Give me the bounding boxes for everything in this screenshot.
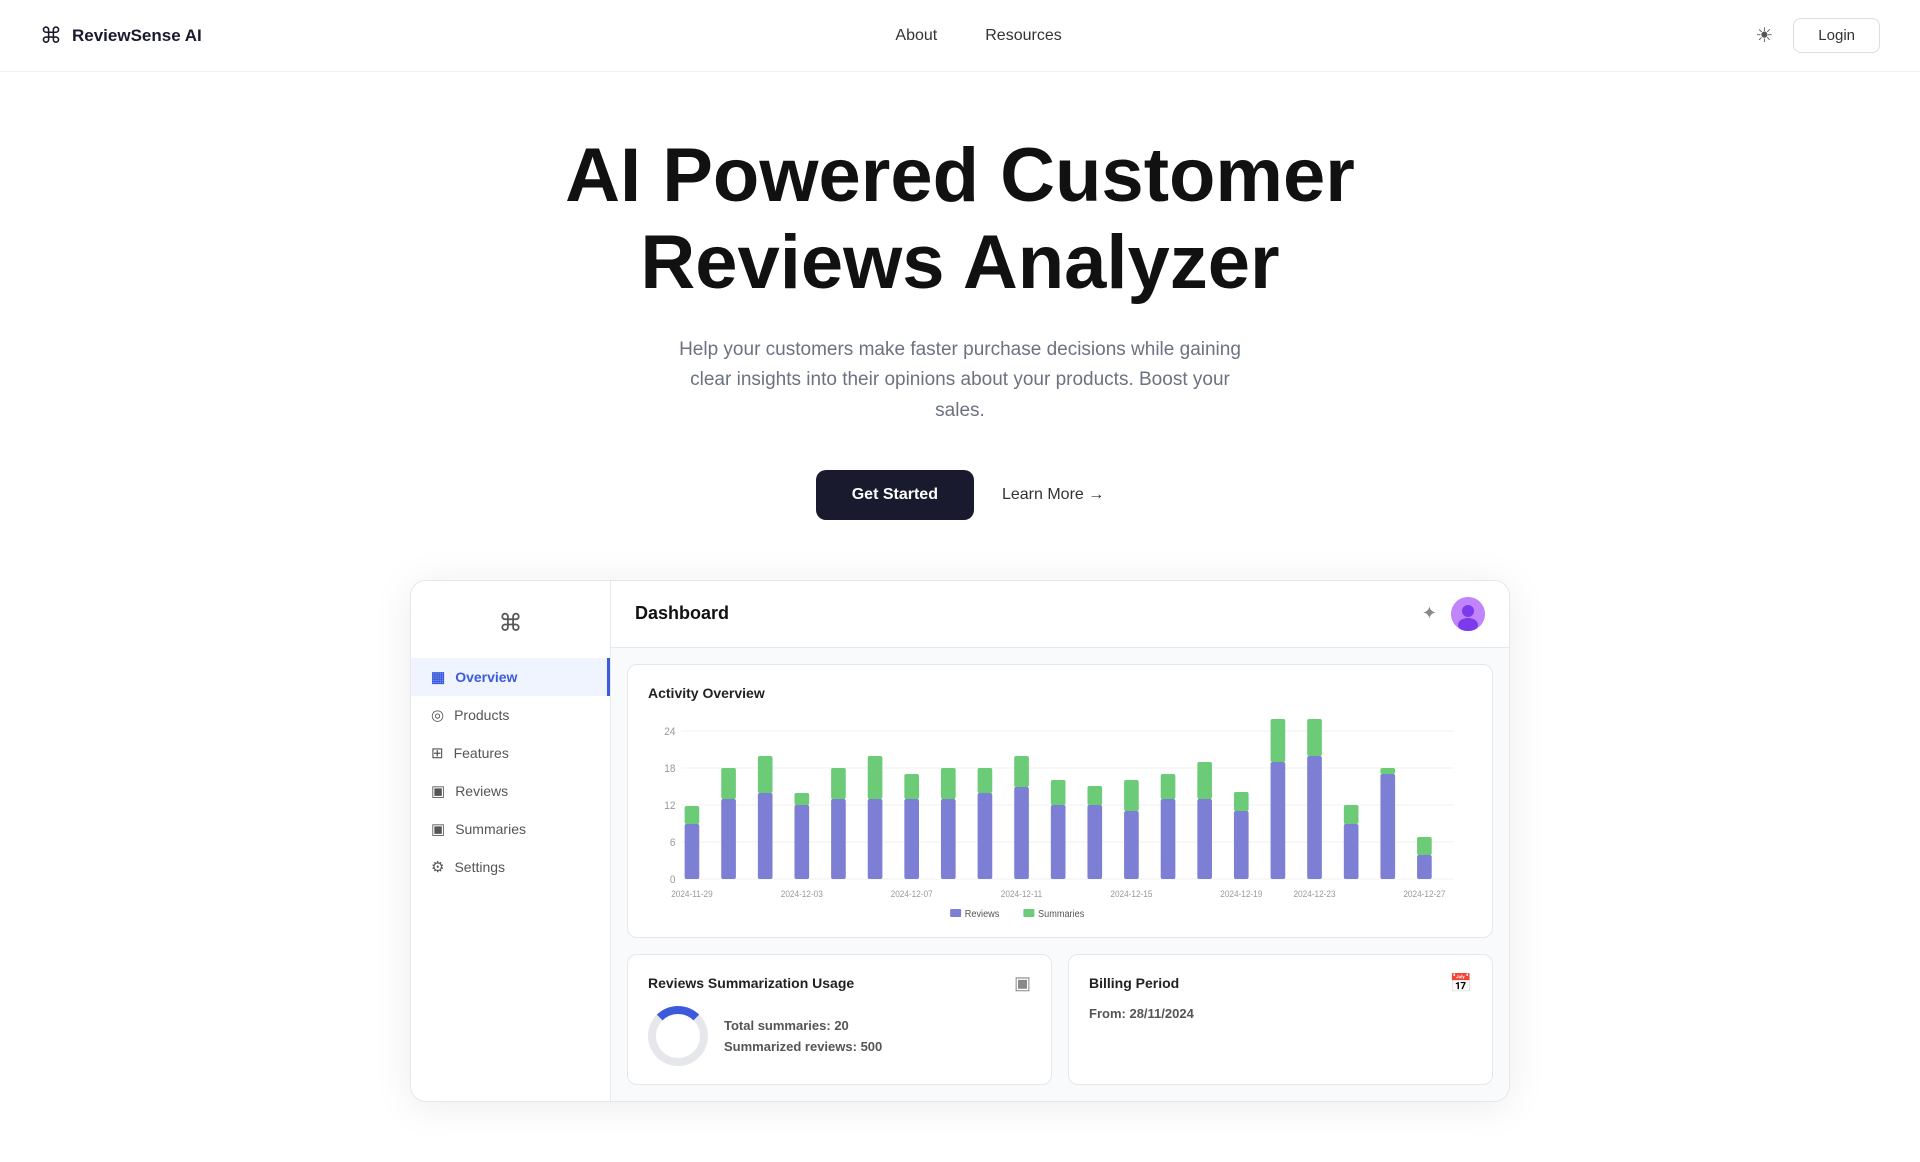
dashboard-header: Dashboard ✦	[611, 581, 1509, 648]
svg-text:2024-12-07: 2024-12-07	[891, 889, 933, 899]
svg-text:2024-12-11: 2024-12-11	[1001, 889, 1043, 899]
login-button[interactable]: Login	[1793, 18, 1880, 53]
svg-text:Summaries: Summaries	[1038, 909, 1084, 917]
sidebar-item-features[interactable]: ⊞ Features	[411, 734, 610, 772]
sidebar-item-settings[interactable]: ⚙ Settings	[411, 848, 610, 886]
sidebar-item-label: Reviews	[455, 783, 508, 799]
hero-subtitle: Help your customers make faster purchase…	[670, 335, 1250, 426]
usage-donut-chart	[648, 1006, 708, 1066]
svg-text:Reviews: Reviews	[965, 909, 1000, 917]
sidebar-item-reviews[interactable]: ▣ Reviews	[411, 772, 610, 810]
svg-text:24: 24	[664, 726, 675, 739]
settings-icon: ⚙	[431, 858, 444, 876]
billing-card-icon: 📅	[1450, 973, 1472, 994]
sidebar-item-label: Settings	[454, 859, 505, 875]
hero-section: AI Powered Customer Reviews Analyzer Hel…	[0, 0, 1920, 580]
svg-text:0: 0	[670, 874, 676, 887]
get-started-button[interactable]: Get Started	[816, 470, 974, 520]
bar-chart-svg: 24 18 12 6 0	[648, 717, 1472, 917]
usage-card: Reviews Summarization Usage ▣ Total summ…	[627, 954, 1052, 1085]
avatar-image	[1451, 597, 1485, 631]
sidebar-item-label: Overview	[455, 669, 517, 685]
sidebar-logo: ⌘	[411, 601, 610, 658]
features-icon: ⊞	[431, 744, 444, 762]
svg-text:6: 6	[670, 837, 676, 850]
hero-buttons: Get Started Learn More →	[816, 470, 1105, 520]
brand-icon: ⌘	[40, 23, 62, 49]
navbar: ⌘ ReviewSense AI About Resources ☀ Login	[0, 0, 1920, 72]
hero-title: AI Powered Customer Reviews Analyzer	[565, 132, 1355, 307]
summarized-reviews-stat: Summarized reviews: 500	[724, 1039, 882, 1054]
dashboard-preview: ⌘ ▦ Overview ◎ Products ⊞ Features ▣ Rev…	[0, 580, 1920, 1162]
billing-card-title: Billing Period	[1089, 975, 1179, 991]
sidebar-item-summaries[interactable]: ▣ Summaries	[411, 810, 610, 848]
svg-text:18: 18	[664, 763, 675, 776]
sidebar-item-label: Products	[454, 707, 509, 723]
nav-resources[interactable]: Resources	[985, 27, 1061, 45]
svg-text:2024-12-03: 2024-12-03	[781, 889, 823, 899]
svg-text:12: 12	[664, 800, 675, 813]
avatar[interactable]	[1451, 597, 1485, 631]
billing-from-stat: From: 28/11/2024	[1089, 1006, 1472, 1021]
learn-more-button[interactable]: Learn More →	[1002, 486, 1104, 504]
nav-about[interactable]: About	[895, 27, 937, 45]
sidebar-item-label: Features	[454, 745, 509, 761]
main-content: Dashboard ✦ Activity	[611, 581, 1509, 1101]
reviews-icon: ▣	[431, 782, 445, 800]
dashboard-header-icons: ✦	[1422, 597, 1485, 631]
billing-card-header: Billing Period 📅	[1089, 973, 1472, 994]
usage-card-header: Reviews Summarization Usage ▣	[648, 973, 1031, 994]
svg-text:2024-12-19: 2024-12-19	[1220, 889, 1262, 899]
overview-icon: ▦	[431, 668, 445, 686]
sidebar-item-overview[interactable]: ▦ Overview	[411, 658, 610, 696]
sidebar-item-label: Summaries	[455, 821, 526, 837]
usage-card-icon: ▣	[1014, 973, 1031, 994]
brand-logo[interactable]: ⌘ ReviewSense AI	[40, 23, 202, 49]
products-icon: ◎	[431, 706, 444, 724]
svg-text:2024-12-15: 2024-12-15	[1110, 889, 1152, 899]
dashboard-inner: ⌘ ▦ Overview ◎ Products ⊞ Features ▣ Rev…	[411, 581, 1509, 1101]
svg-text:2024-12-27: 2024-12-27	[1403, 889, 1445, 899]
navbar-center: About Resources	[895, 27, 1061, 45]
sidebar-item-products[interactable]: ◎ Products	[411, 696, 610, 734]
svg-text:2024-12-23: 2024-12-23	[1293, 889, 1335, 899]
chart-area: 24 18 12 6 0	[648, 717, 1472, 917]
svg-text:2024-11-29: 2024-11-29	[671, 889, 713, 899]
sidebar: ⌘ ▦ Overview ◎ Products ⊞ Features ▣ Rev…	[411, 581, 611, 1101]
summaries-icon: ▣	[431, 820, 445, 838]
usage-card-title: Reviews Summarization Usage	[648, 975, 854, 991]
navbar-right: ☀ Login	[1755, 18, 1880, 53]
chart-title: Activity Overview	[648, 685, 1472, 701]
sidebar-brand-icon: ⌘	[499, 609, 523, 638]
dashboard-container: ⌘ ▦ Overview ◎ Products ⊞ Features ▣ Rev…	[410, 580, 1510, 1102]
billing-card: Billing Period 📅 From: 28/11/2024	[1068, 954, 1493, 1085]
dashboard-title: Dashboard	[635, 603, 729, 624]
bottom-cards: Reviews Summarization Usage ▣ Total summ…	[627, 954, 1493, 1085]
total-summaries-stat: Total summaries: 20	[724, 1018, 882, 1033]
usage-row: Total summaries: 20 Summarized reviews: …	[648, 1006, 1031, 1066]
activity-chart-section: Activity Overview 24 18 12 6 0	[627, 664, 1493, 938]
dashboard-settings-icon[interactable]: ✦	[1422, 603, 1437, 624]
theme-toggle-button[interactable]: ☀	[1755, 23, 1773, 48]
brand-name: ReviewSense AI	[72, 26, 202, 46]
